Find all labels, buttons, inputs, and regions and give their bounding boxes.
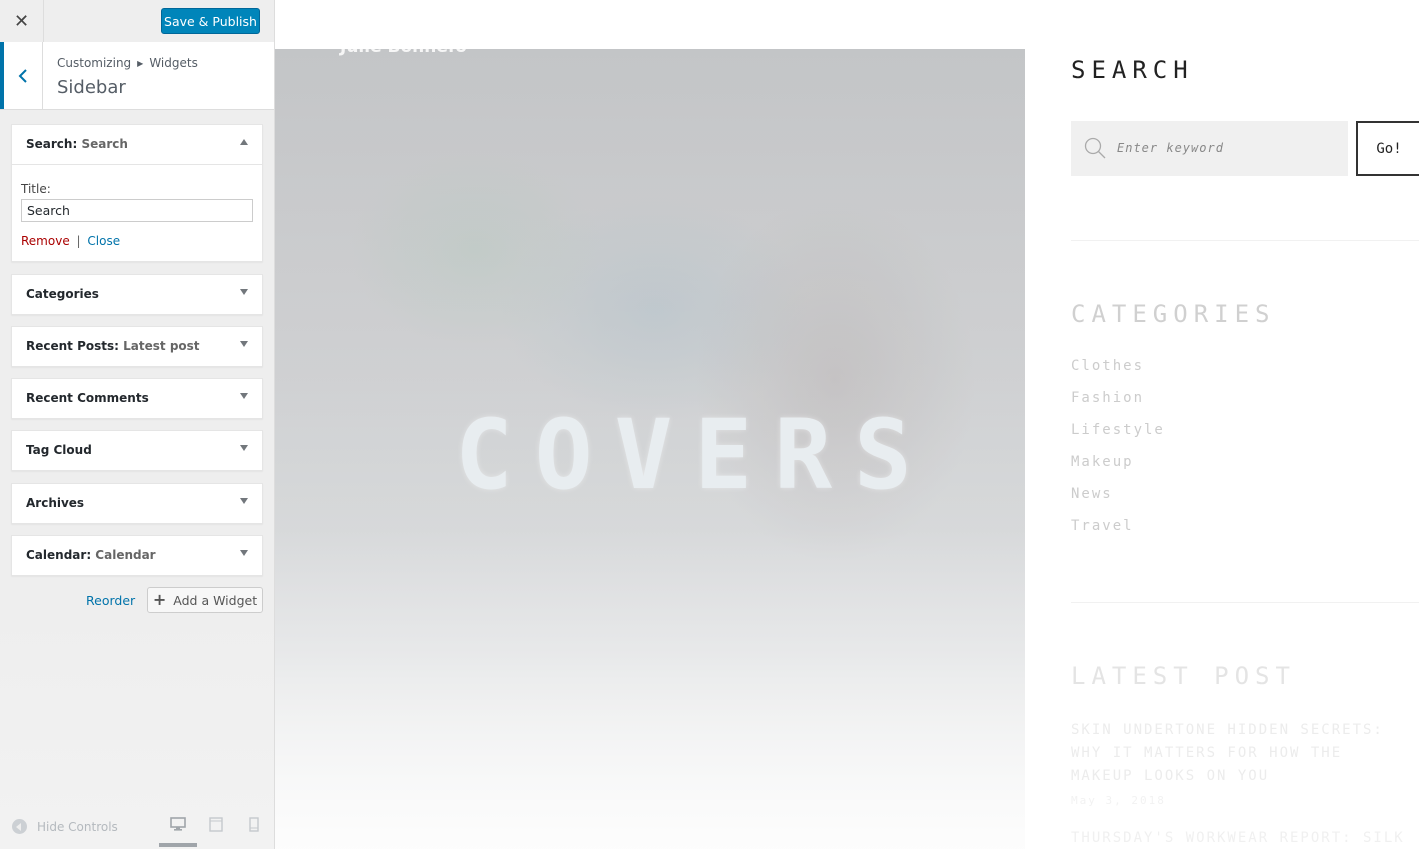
widget-archives[interactable]: Archives [11, 483, 263, 524]
expand-arrow-icon[interactable] [240, 550, 248, 556]
widget-instance-title: Calendar [95, 548, 156, 562]
category-link[interactable]: Lifestyle [1071, 422, 1165, 438]
expand-arrow-icon[interactable] [240, 445, 248, 451]
category-link[interactable]: Fashion [1071, 390, 1144, 406]
widget-actions: Remove | Close [21, 234, 253, 248]
reorder-link[interactable]: Reorder [86, 593, 135, 608]
customizer-footer: Hide Controls [0, 805, 274, 849]
chevron-left-icon [18, 68, 27, 83]
breadcrumb: Customizing ▶ Widgets [57, 56, 198, 70]
plus-icon: + [152, 590, 167, 609]
widget-recent-posts[interactable]: Recent Posts: Latest post [11, 326, 263, 367]
section-title: Sidebar [57, 77, 126, 98]
widget-title: Search: Search [26, 137, 128, 151]
category-link[interactable]: Clothes [1071, 358, 1144, 374]
desktop-icon[interactable] [170, 817, 186, 832]
preview-sidebar: SEARCH Enter keyword Go! CATEGORIES Clot… [1071, 0, 1419, 849]
site-preview: Julie Bonnefo COVERS SEARCH Enter keywor… [275, 0, 1419, 849]
collapse-icon [12, 819, 27, 834]
close-icon[interactable]: ✕ [0, 0, 44, 42]
breadcrumb-parent: Customizing [57, 56, 132, 70]
category-link[interactable]: Makeup [1071, 454, 1134, 470]
breadcrumb-separator-icon: ▶ [137, 59, 144, 68]
collapse-arrow-icon[interactable] [240, 139, 248, 145]
add-widget-label: Add a Widget [173, 592, 258, 608]
divider [1071, 602, 1419, 603]
widget-title: Calendar: Calendar [26, 548, 156, 562]
hide-controls-label: Hide Controls [37, 819, 118, 834]
expand-arrow-icon[interactable] [240, 393, 248, 399]
widget-search: Search: Search Title: Remove | Close [11, 124, 263, 262]
widget-instance-title: Search [81, 137, 128, 151]
category-link[interactable]: Travel [1071, 518, 1134, 534]
breadcrumb-child: Widgets [149, 56, 198, 70]
search-go-button[interactable]: Go! [1356, 121, 1419, 176]
add-widget-button[interactable]: + Add a Widget [147, 587, 263, 613]
customizer-panel: ✕ Save & Publish Customizing ▶ Widgets Sid… [0, 0, 275, 849]
widget-header[interactable]: Categories [12, 275, 262, 314]
hero-title: COVERS [455, 399, 934, 511]
mobile-icon[interactable] [249, 817, 259, 832]
save-publish-button[interactable]: Save & Publish [161, 8, 260, 34]
widget-header[interactable]: Tag Cloud [12, 431, 262, 470]
remove-link[interactable]: Remove [21, 234, 70, 248]
widget-header[interactable]: Search: Search [12, 125, 262, 165]
widget-form: Title: Remove | Close [21, 182, 253, 248]
widget-tag-cloud[interactable]: Tag Cloud [11, 430, 263, 471]
widget-header[interactable]: Recent Comments [12, 379, 262, 418]
post-link[interactable]: THURSDAY'S WORKWEAR REPORT: SILK BLEND [1071, 830, 1411, 846]
widget-type: Recent Comments [26, 391, 149, 405]
widget-instance-title: Latest post [123, 339, 200, 353]
latest-post-widget-title: LATEST POST [1071, 662, 1296, 690]
hero-image: Julie Bonnefo COVERS [275, 49, 1025, 849]
widget-title: Recent Comments [26, 391, 149, 405]
search-icon [1084, 137, 1106, 159]
search-placeholder: Enter keyword [1117, 141, 1224, 155]
categories-widget-title: CATEGORIES [1071, 300, 1276, 328]
widget-type: Tag Cloud [26, 443, 92, 457]
widget-type: Search [26, 137, 73, 151]
widget-type: Archives [26, 496, 85, 510]
actions-separator: | [76, 234, 81, 248]
widget-calendar[interactable]: Calendar: Calendar [11, 535, 263, 576]
widget-header[interactable]: Calendar: Calendar [12, 536, 262, 575]
back-button[interactable] [0, 42, 43, 109]
post-date: May 3, 2018 [1071, 794, 1166, 807]
search-widget-title: SEARCH [1071, 56, 1194, 84]
hide-controls-button[interactable]: Hide Controls [12, 819, 118, 834]
widget-title: Archives [26, 496, 84, 510]
widget-recent-comments[interactable]: Recent Comments [11, 378, 263, 419]
category-link[interactable]: News [1071, 486, 1113, 502]
close-link[interactable]: Close [87, 234, 120, 248]
hero-author[interactable]: Julie Bonnefo [340, 49, 467, 57]
widget-title: Categories [26, 287, 99, 301]
title-input[interactable] [21, 199, 253, 222]
title-label: Title: [21, 182, 51, 196]
widget-type: Categories [26, 287, 99, 301]
widget-type: Recent Posts [26, 339, 115, 353]
widget-categories[interactable]: Categories [11, 274, 263, 315]
expand-arrow-icon[interactable] [240, 341, 248, 347]
customizer-topbar: ✕ Save & Publish [0, 0, 274, 43]
expand-arrow-icon[interactable] [240, 498, 248, 504]
widget-type: Calendar [26, 548, 87, 562]
search-input[interactable]: Enter keyword [1071, 121, 1348, 176]
expand-arrow-icon[interactable] [240, 289, 248, 295]
divider [1071, 240, 1419, 241]
widget-title: Tag Cloud [26, 443, 92, 457]
widget-header[interactable]: Archives [12, 484, 262, 523]
section-header: Customizing ▶ Widgets Sidebar [0, 42, 274, 110]
post-link[interactable]: SKIN UNDERTONE HIDDEN SECRETS: WHY IT MA… [1071, 719, 1411, 788]
active-device-indicator [159, 843, 197, 847]
widget-header[interactable]: Recent Posts: Latest post [12, 327, 262, 366]
tablet-icon[interactable] [209, 817, 223, 832]
widget-title: Recent Posts: Latest post [26, 339, 200, 353]
